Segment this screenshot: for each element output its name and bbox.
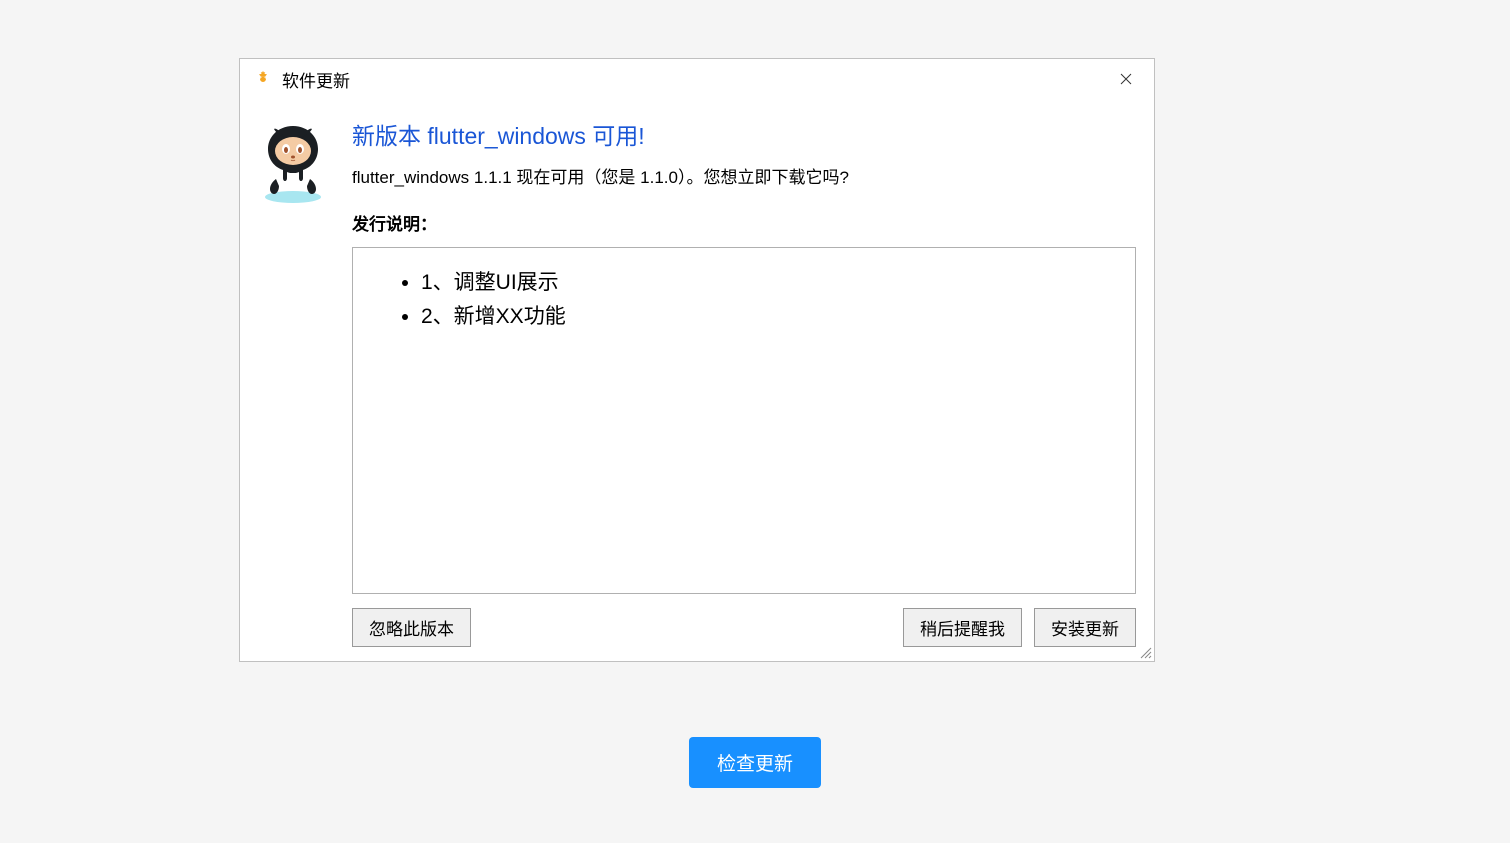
install-update-button[interactable]: 安装更新: [1034, 608, 1136, 647]
remind-later-button[interactable]: 稍后提醒我: [903, 608, 1022, 647]
top-section: 新版本 flutter_windows 可用! flutter_windows …: [258, 117, 1136, 247]
skip-version-button[interactable]: 忽略此版本: [352, 608, 471, 647]
release-notes-label: 发行说明：: [352, 210, 1136, 235]
check-update-button[interactable]: 检查更新: [689, 737, 821, 788]
octocat-icon: [258, 121, 328, 203]
close-button[interactable]: [1106, 63, 1146, 95]
release-note-item: 2、新增XX功能: [421, 300, 1117, 334]
app-icon-column: [258, 117, 328, 247]
update-subtext: flutter_windows 1.1.1 现在可用（您是 1.1.0）。您想立…: [352, 163, 1136, 188]
update-dialog: 软件更新: [239, 58, 1155, 662]
dialog-title: 软件更新: [282, 67, 1106, 92]
release-notes-list: 1、调整UI展示 2、新增XX功能: [403, 266, 1117, 333]
resize-grip-icon[interactable]: [1136, 643, 1152, 659]
titlebar: 软件更新: [240, 59, 1154, 99]
button-row: 忽略此版本 稍后提醒我 安装更新: [352, 608, 1136, 647]
dialog-body: 新版本 flutter_windows 可用! flutter_windows …: [240, 99, 1154, 661]
release-notes-box: 1、调整UI展示 2、新增XX功能: [352, 247, 1136, 594]
release-note-item: 1、调整UI展示: [421, 266, 1117, 300]
update-heading: 新版本 flutter_windows 可用!: [352, 117, 1136, 151]
gear-icon: [254, 70, 272, 88]
content-column: 新版本 flutter_windows 可用! flutter_windows …: [352, 117, 1136, 247]
